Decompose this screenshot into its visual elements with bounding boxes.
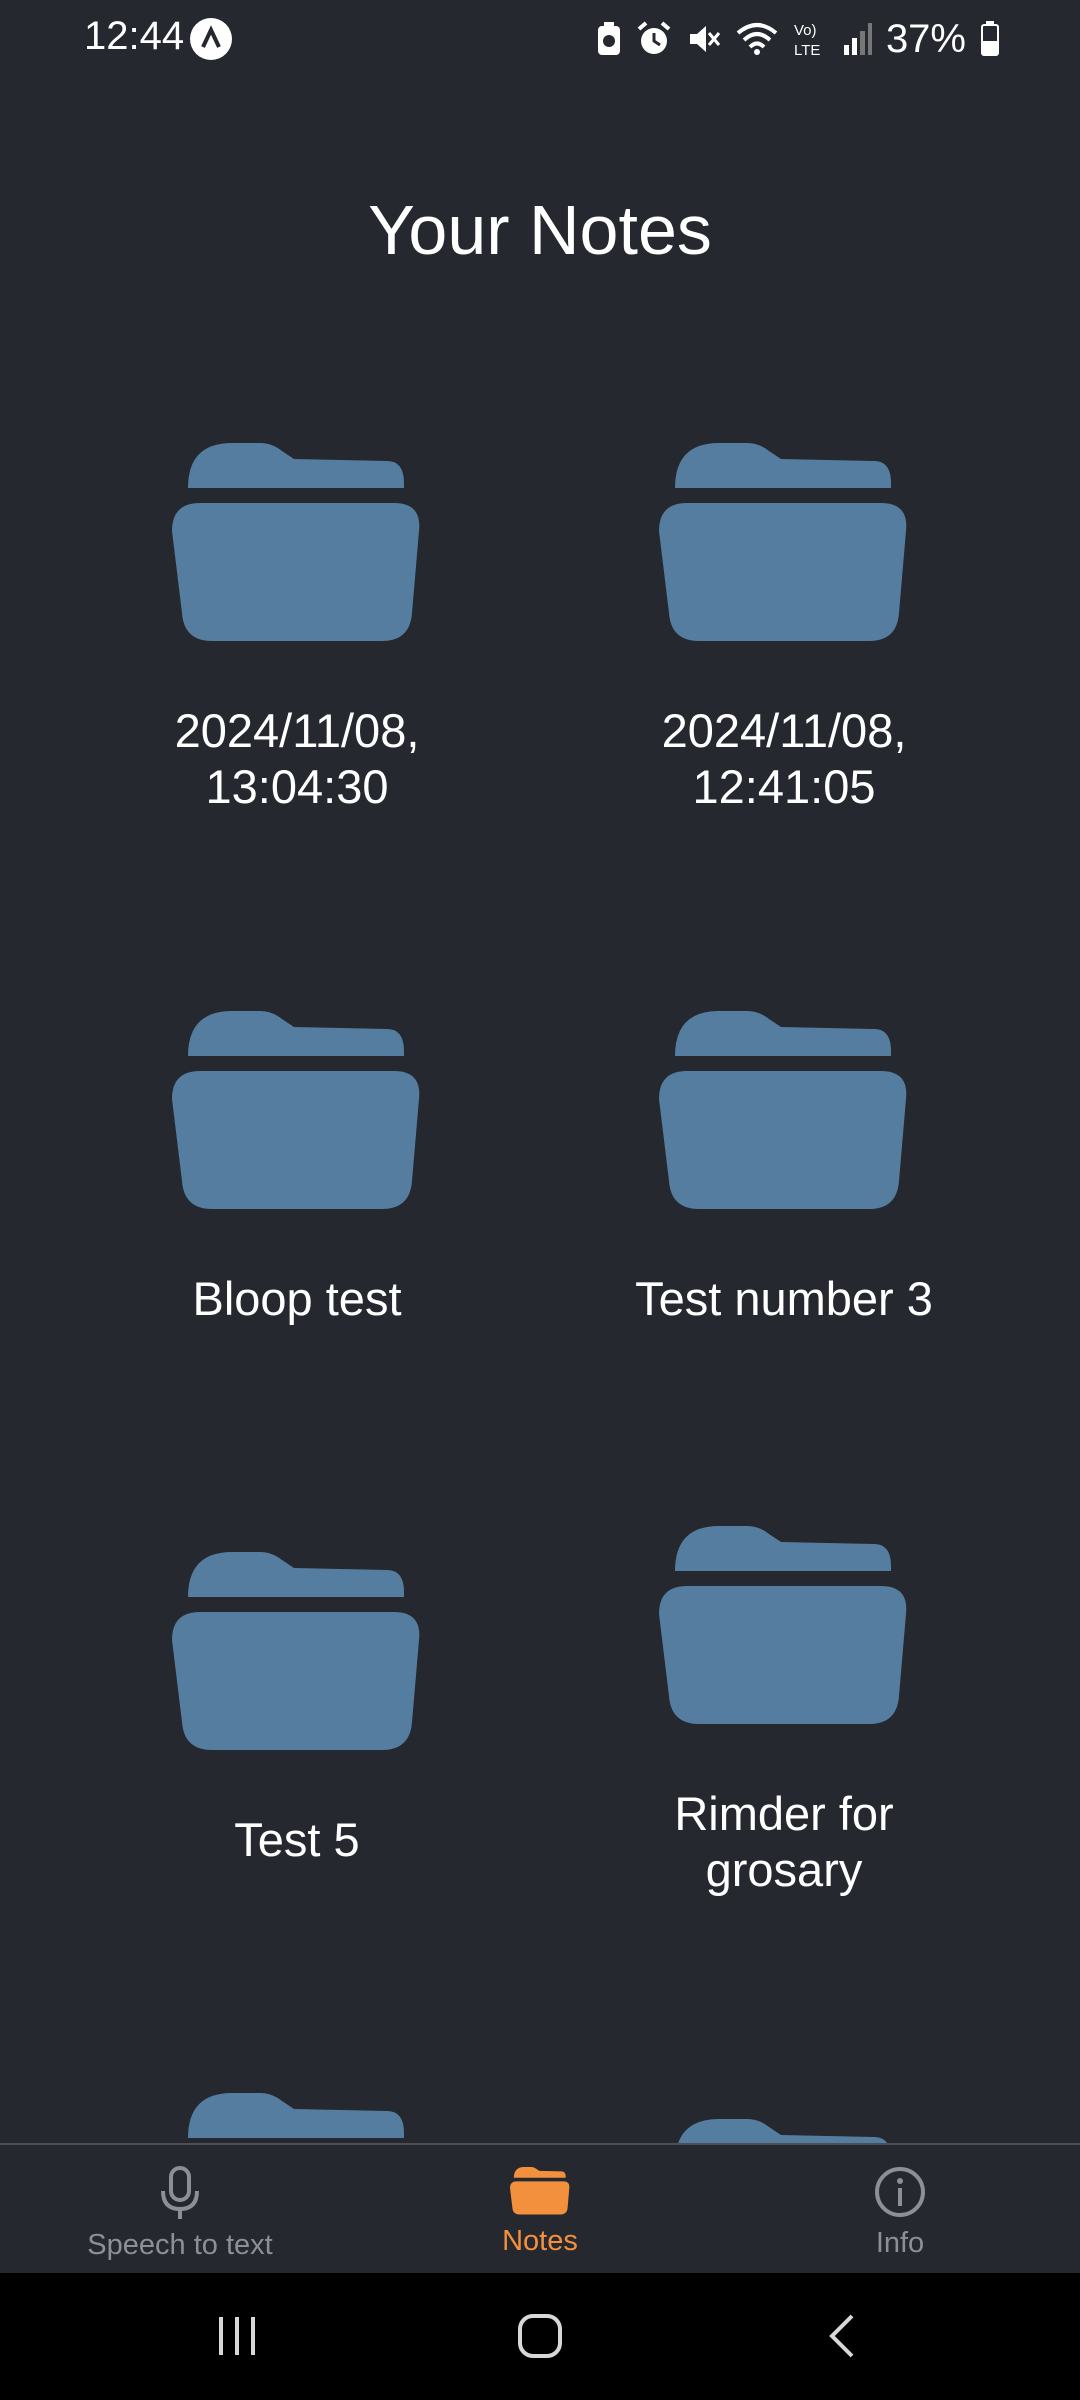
back-icon xyxy=(829,2314,854,2358)
nav-label: Notes xyxy=(502,2225,578,2257)
nav-label: Speech to text xyxy=(87,2229,273,2261)
note-title: 2024/11/08, 12:41:05 xyxy=(661,704,907,813)
note-item[interactable]: Bloop test xyxy=(67,1011,527,1327)
folder-icon xyxy=(659,1526,909,1726)
note-title: Bloop test xyxy=(192,1272,402,1325)
note-item-partial[interactable] xyxy=(67,2093,527,2143)
note-item[interactable]: 2024/11/08, 13:04:30 xyxy=(67,443,527,815)
info-icon xyxy=(875,2167,925,2217)
page-title: Your Notes xyxy=(368,191,712,269)
note-item[interactable]: Test 5 xyxy=(67,1552,527,1868)
nav-info[interactable]: Info xyxy=(720,2145,1080,2275)
back-button[interactable] xyxy=(782,2301,902,2371)
note-item[interactable]: Test number 3 xyxy=(554,1011,1014,1327)
recent-apps-button[interactable] xyxy=(177,2301,297,2371)
home-icon xyxy=(518,2314,562,2358)
bottom-navigation: Speech to text Notes Info xyxy=(0,2143,1080,2275)
folder-icon xyxy=(659,443,909,643)
note-item[interactable]: 2024/11/08, 12:41:05 xyxy=(554,443,1014,815)
note-item-partial[interactable] xyxy=(554,2119,1014,2143)
recent-apps-icon xyxy=(219,2317,255,2355)
nav-notes[interactable]: Notes xyxy=(360,2145,720,2275)
note-item[interactable]: Rimder for grosary xyxy=(554,1526,1014,1898)
folder-icon xyxy=(510,2165,570,2217)
folder-icon xyxy=(659,1011,909,1211)
microphone-icon xyxy=(161,2166,199,2219)
folder-icon xyxy=(172,1011,422,1211)
folder-icon xyxy=(659,2119,909,2143)
folder-icon xyxy=(172,2093,422,2143)
note-title: 2024/11/08, 13:04:30 xyxy=(174,704,420,813)
note-title: Test 5 xyxy=(234,1813,360,1866)
nav-speech-to-text[interactable]: Speech to text xyxy=(0,2145,360,2275)
folder-icon xyxy=(172,443,422,643)
notes-grid: Your Notes 2024/11/08, 13:04:30 2024/11/… xyxy=(0,0,1080,2143)
note-title: Rimder for grosary xyxy=(674,1787,894,1896)
nav-label: Info xyxy=(875,2227,925,2259)
note-title: Test number 3 xyxy=(635,1272,933,1325)
system-navigation-bar xyxy=(0,2273,1080,2400)
folder-icon xyxy=(172,1552,422,1752)
home-button[interactable] xyxy=(480,2301,600,2371)
